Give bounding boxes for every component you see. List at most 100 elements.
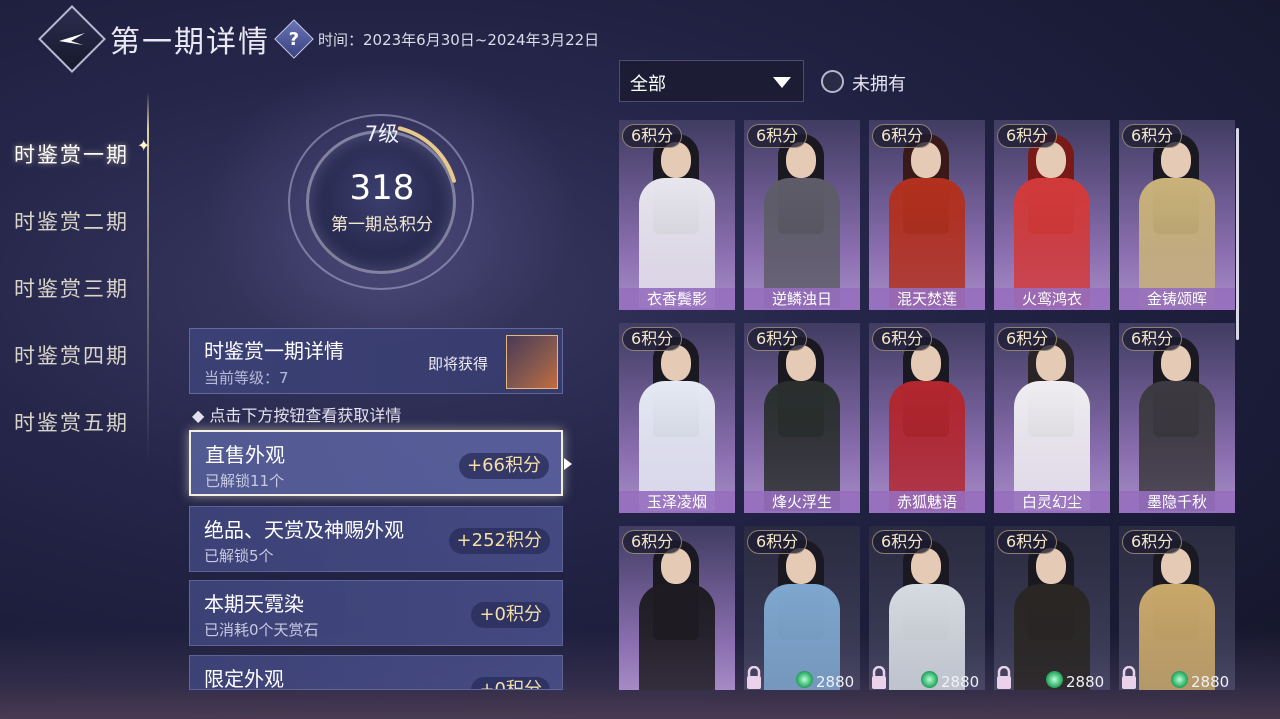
points-badge: 6积分	[997, 124, 1058, 148]
points-badge: 6积分	[1122, 124, 1183, 148]
hint-text: ◆ 点击下方按钮查看获取详情	[192, 406, 402, 425]
sidebar: 时鉴赏一期 时鉴赏二期 时鉴赏三期 时鉴赏四期 时鉴赏五期	[14, 120, 154, 455]
outfit-grid: 6积分 衣香鬓影 6积分 逆鳞浊日 6积分 混天焚莲 6积分 火鸾鸿衣 6积分 金铸颂晖 6积分 玉泽…	[619, 118, 1237, 690]
category-title: 直售外观	[205, 443, 285, 467]
points-badge: 6积分	[1122, 327, 1183, 351]
not-owned-label: 未拥有	[852, 74, 906, 95]
outfit-price: 2880	[941, 673, 980, 690]
outfit-price: 2880	[816, 673, 855, 690]
character-outfit	[639, 584, 715, 690]
outfit-card[interactable]: 6积分 2880	[1119, 526, 1235, 690]
period-text: 时间：2023年6月30日~2024年3月22日	[318, 30, 600, 49]
outfit-name: 衣香鬓影	[619, 288, 735, 310]
outfit-card[interactable]: 6积分火鸾鸿衣	[994, 120, 1110, 310]
outfit-card[interactable]: 6积分烽火浮生	[744, 323, 860, 513]
outfit-card[interactable]: 6积分白灵幻尘	[994, 323, 1110, 513]
jade-currency-icon	[1046, 671, 1063, 688]
score-label: 第一期总积分	[331, 215, 433, 235]
jade-currency-icon	[796, 671, 813, 688]
score-value: 318	[349, 168, 415, 208]
outfit-name: 火鸾鸿衣	[994, 288, 1110, 310]
outfit-card[interactable]: 6积分逆鳞浊日	[744, 120, 860, 310]
sidebar-item-period-5[interactable]: 时鉴赏五期	[14, 388, 154, 455]
outfit-name: 赤狐魅语	[869, 491, 985, 513]
category-points: +66积分	[459, 453, 549, 479]
jade-currency-icon	[1171, 671, 1188, 688]
points-badge: 6积分	[872, 124, 933, 148]
detail-title: 时鉴赏一期详情	[204, 339, 344, 363]
outfit-card[interactable]: 6积分 2880	[744, 526, 860, 690]
category-dye[interactable]: 本期天霓染 已消耗0个天赏石 +0积分	[189, 580, 563, 646]
jade-currency-icon	[921, 671, 938, 688]
filter-dropdown[interactable]: 全部	[619, 60, 804, 102]
scrollbar[interactable]	[1236, 128, 1239, 340]
points-badge: 6积分	[747, 124, 808, 148]
category-title: 绝品、天赏及神赐外观	[204, 518, 404, 542]
soon-label: 即将获得	[428, 355, 489, 373]
back-arrow-icon	[59, 33, 85, 45]
outfit-card[interactable]: 6积分赤狐魅语	[869, 323, 985, 513]
outfit-price: 2880	[1191, 673, 1230, 690]
points-badge: 6积分	[747, 327, 808, 351]
outfit-card[interactable]: 6积分玉泽凌烟	[619, 323, 735, 513]
category-premium[interactable]: 绝品、天赏及神赐外观 已解锁5个 +252积分	[189, 506, 563, 572]
points-badge: 6积分	[747, 530, 808, 554]
points-badge: 6积分	[1122, 530, 1183, 554]
outfit-card[interactable]: 6积分衣香鬓影	[619, 120, 735, 310]
reward-thumbnail[interactable]	[506, 335, 558, 389]
category-limited[interactable]: 限定外观 +0积分	[189, 655, 563, 690]
category-points: +0积分	[471, 602, 550, 628]
period-detail-card[interactable]: 时鉴赏一期详情 当前等级：7 即将获得	[189, 328, 563, 394]
outfit-card[interactable]: 6积分混天焚莲	[869, 120, 985, 310]
header: 第一期详情 ? 时间：2023年6月30日~2024年3月22日	[38, 5, 600, 73]
back-button[interactable]	[38, 5, 106, 73]
outfit-card[interactable]: 6积分墨隐千秋	[1119, 323, 1235, 513]
score-circle: 7级 318 第一期总积分	[282, 112, 482, 292]
outfit-price: 2880	[1066, 673, 1105, 690]
category-points: +0积分	[471, 677, 550, 689]
caret-down-icon	[773, 77, 791, 88]
page-title: 第一期详情	[110, 25, 270, 60]
outfit-name: 金铸颂晖	[1119, 288, 1235, 310]
category-sub: 已解锁11个	[205, 472, 285, 490]
points-badge: 6积分	[622, 327, 683, 351]
active-category-arrow-icon	[564, 458, 572, 470]
sidebar-item-period-4[interactable]: 时鉴赏四期	[14, 321, 154, 388]
lock-icon	[747, 666, 761, 689]
category-direct-sale[interactable]: 直售外观 已解锁11个 +66积分	[189, 430, 563, 496]
outfit-name: 混天焚莲	[869, 288, 985, 310]
level-text: 7级	[364, 122, 400, 146]
points-badge: 6积分	[997, 327, 1058, 351]
lock-icon	[997, 666, 1011, 689]
lock-icon	[872, 666, 886, 689]
points-badge: 6积分	[622, 124, 683, 148]
outfit-name: 墨隐千秋	[1119, 491, 1235, 513]
category-title: 本期天霓染	[204, 592, 304, 616]
lock-icon	[1122, 666, 1136, 689]
current-level-text: 当前等级：7	[204, 369, 289, 387]
points-badge: 6积分	[622, 530, 683, 554]
points-badge: 6积分	[997, 530, 1058, 554]
outfit-card[interactable]: 6积分 2880	[869, 526, 985, 690]
sidebar-item-period-1[interactable]: 时鉴赏一期	[14, 120, 154, 187]
category-sub: 已解锁5个	[204, 547, 274, 565]
category-sub: 已消耗0个天赏石	[204, 621, 319, 639]
points-badge: 6积分	[872, 530, 933, 554]
not-owned-radio[interactable]	[821, 70, 844, 93]
points-badge: 6积分	[872, 327, 933, 351]
category-title: 限定外观	[204, 667, 284, 690]
outfit-name: 白灵幻尘	[994, 491, 1110, 513]
outfit-name: 逆鳞浊日	[744, 288, 860, 310]
sidebar-item-period-3[interactable]: 时鉴赏三期	[14, 254, 154, 321]
outfit-card[interactable]: 6积分金铸颂晖	[1119, 120, 1235, 310]
category-points: +252积分	[448, 528, 550, 554]
outfit-card[interactable]: 6积分	[619, 526, 735, 690]
filter-selected: 全部	[630, 74, 666, 95]
outfit-name: 烽火浮生	[744, 491, 860, 513]
active-star-icon: ✦	[137, 136, 151, 155]
sidebar-item-period-2[interactable]: 时鉴赏二期	[14, 187, 154, 254]
help-button[interactable]: ?	[274, 19, 314, 59]
outfit-name: 玉泽凌烟	[619, 491, 735, 513]
question-icon: ?	[288, 28, 300, 50]
outfit-card[interactable]: 6积分 2880	[994, 526, 1110, 690]
